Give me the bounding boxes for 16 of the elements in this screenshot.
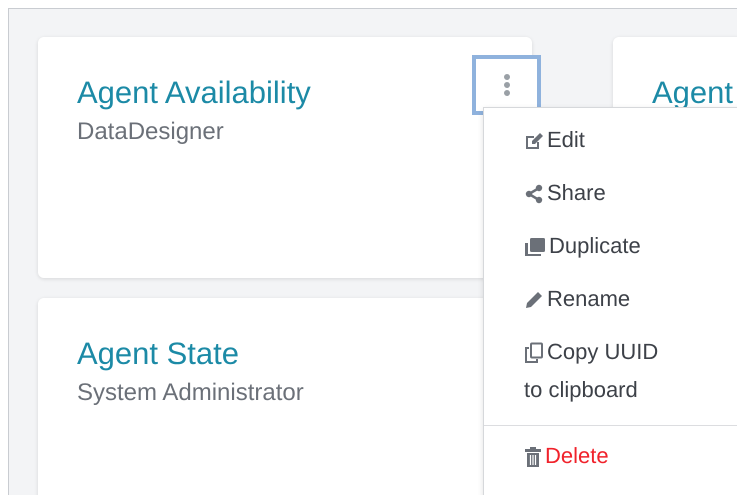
- copy-icon: [524, 342, 544, 364]
- pencil-icon: [524, 290, 544, 310]
- report-owner: DataDesigner: [77, 117, 225, 147]
- menu-item[interactable]: Rename: [484, 273, 674, 326]
- menu-item[interactable]: Duplicate: [484, 220, 674, 273]
- menu-item[interactable]: Delete: [484, 430, 674, 483]
- report-title[interactable]: Agent State: [77, 334, 240, 374]
- menu-item[interactable]: Share: [484, 167, 674, 220]
- menu-item[interactable]: Edit: [484, 114, 674, 167]
- menu-item[interactable]: Copy UUID to clipboard: [484, 326, 674, 417]
- share-icon: [524, 184, 544, 204]
- edit-icon: [524, 131, 544, 152]
- report-title[interactable]: Agent Availability: [77, 73, 311, 113]
- trash-icon: [524, 447, 542, 468]
- copy-icon: [524, 237, 546, 258]
- dots-icon: [502, 74, 510, 96]
